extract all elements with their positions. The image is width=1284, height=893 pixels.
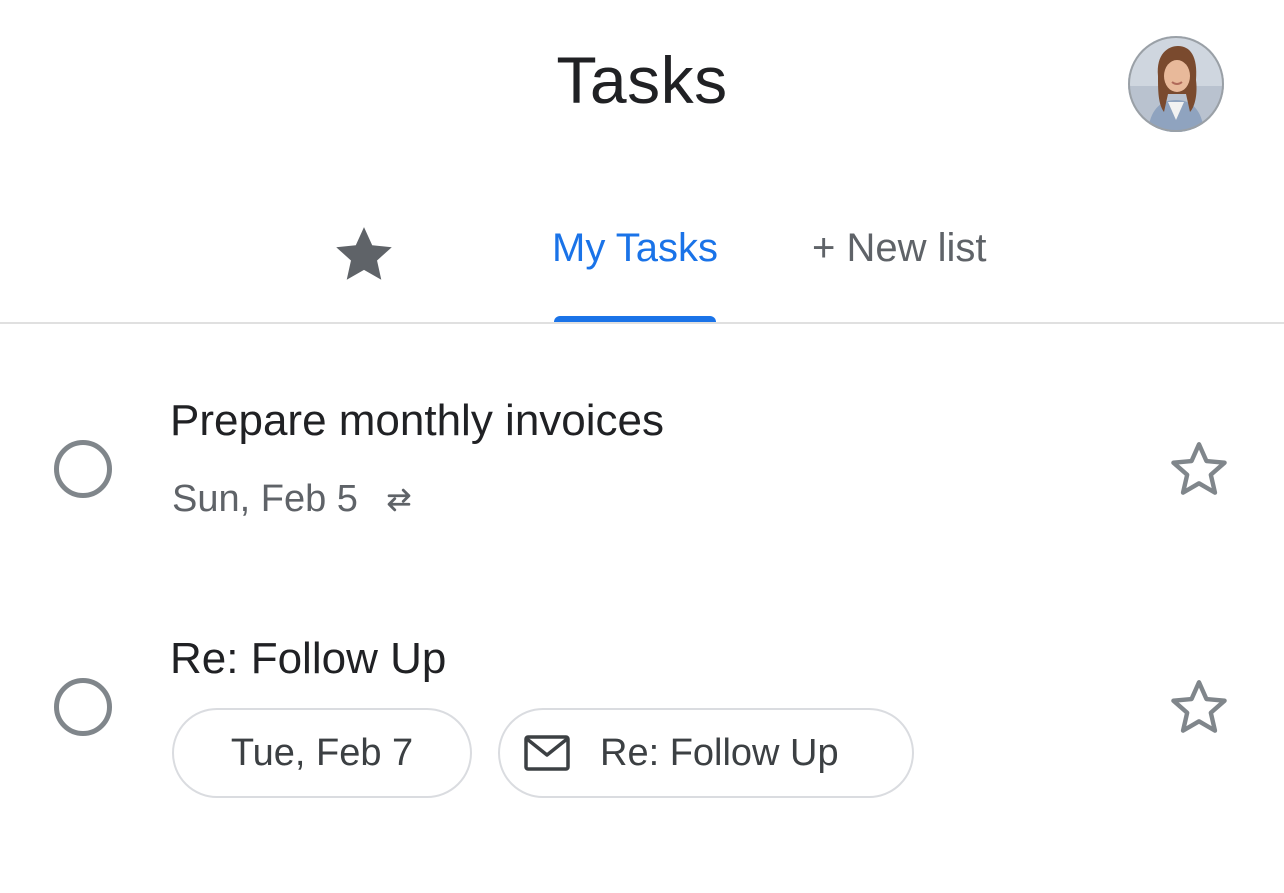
avatar-image xyxy=(1128,36,1224,132)
task-item[interactable]: Prepare monthly invoices Sun, Feb 5 xyxy=(0,324,1284,564)
mail-icon xyxy=(524,735,570,771)
page-title: Tasks xyxy=(556,43,728,117)
due-date-chip[interactable]: Tue, Feb 7 xyxy=(172,708,472,798)
account-avatar[interactable] xyxy=(1128,36,1224,132)
new-list-button[interactable]: + New list xyxy=(812,226,987,271)
due-date-chip-label: Tue, Feb 7 xyxy=(230,731,414,774)
email-link-label: Re: Follow Up xyxy=(600,731,839,774)
star-outline-icon xyxy=(1171,680,1227,733)
tasks-app: Tasks My Tasks + New list Prepare monthl… xyxy=(0,0,1284,893)
tab-my-tasks[interactable]: My Tasks xyxy=(540,226,730,271)
complete-task-checkbox[interactable] xyxy=(54,678,112,736)
list-tabs: My Tasks + New list xyxy=(0,180,1284,324)
task-title: Prepare monthly invoices xyxy=(170,396,665,445)
star-filled-icon xyxy=(336,227,392,280)
star-outline-icon xyxy=(1171,442,1227,495)
star-task-button[interactable] xyxy=(1166,436,1232,502)
task-item[interactable]: Re: Follow Up Tue, Feb 7 Re: Follow Up xyxy=(0,564,1284,824)
repeat-icon xyxy=(387,488,411,511)
task-due-date: Sun, Feb 5 xyxy=(172,478,416,521)
star-task-button[interactable] xyxy=(1166,674,1232,740)
tab-starred[interactable] xyxy=(330,220,398,288)
complete-task-checkbox[interactable] xyxy=(54,440,112,498)
email-link-chip[interactable]: Re: Follow Up xyxy=(498,708,914,798)
task-title: Re: Follow Up xyxy=(170,634,447,683)
due-date-text: Sun, Feb 5 xyxy=(172,478,358,520)
